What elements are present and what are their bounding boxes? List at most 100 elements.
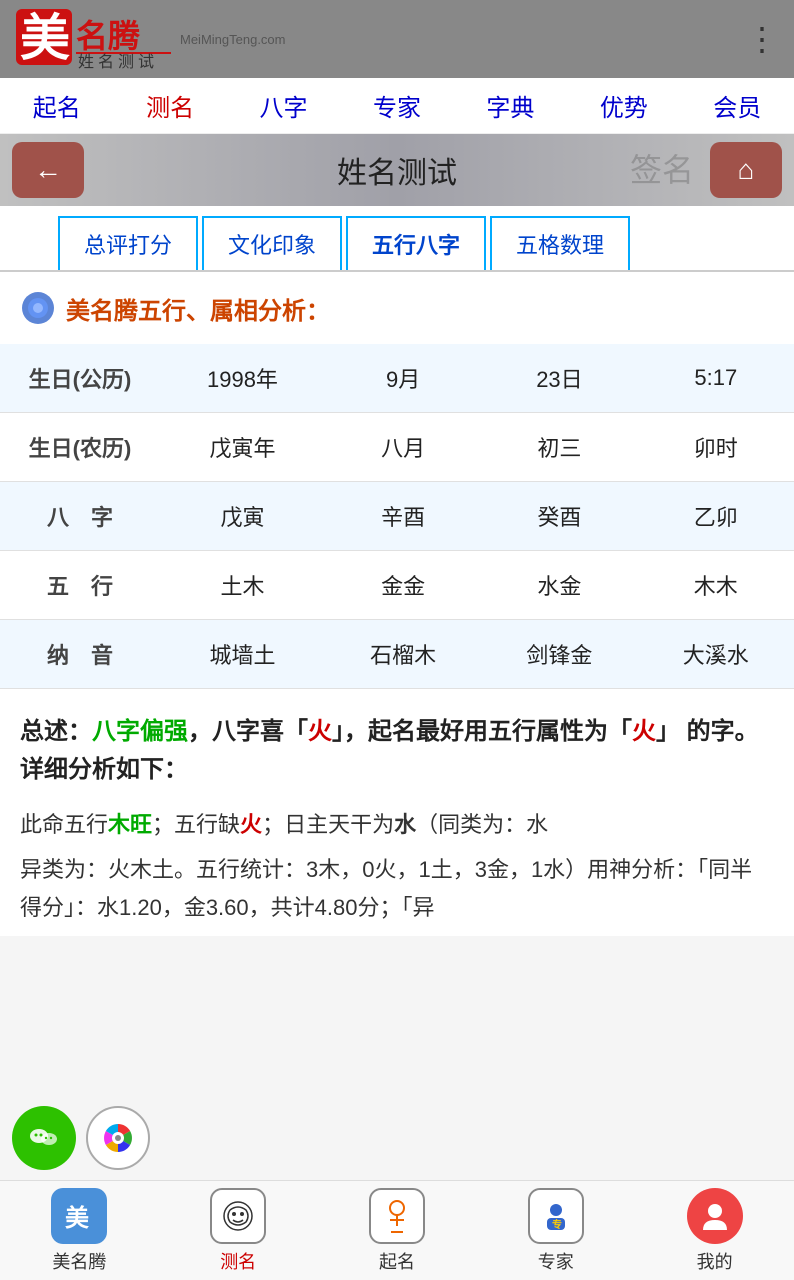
zhuanjia-icon: 专 [528, 1188, 584, 1244]
row-label-nongli: 生日(农历) [0, 413, 160, 482]
logo-url: MeiMingTeng.com [180, 32, 286, 47]
cell-bz-3: 癸酉 [481, 482, 637, 551]
table-row: 八 字 戊寅 辛酉 癸酉 乙卯 [0, 482, 794, 551]
wode-icon [687, 1188, 743, 1244]
bottom-nav-wode[interactable]: 我的 [655, 1188, 775, 1274]
cell-month: 9月 [325, 344, 481, 413]
summary-title: 总述：八字偏强，八字喜「火」，起名最好用五行属性为「火」 的字。详细分析如下： [20, 713, 774, 790]
cell-wx-3: 水金 [481, 551, 637, 620]
home-icon: ⌂ [738, 154, 755, 186]
bottom-nav-zhuanjia[interactable]: 专 专家 [496, 1188, 616, 1274]
bottom-nav-qiming[interactable]: 起名 [337, 1188, 457, 1274]
wechat-svg [28, 1122, 60, 1154]
summary-section: 总述：八字偏强，八字喜「火」，起名最好用五行属性为「火」 的字。详细分析如下： … [0, 689, 794, 936]
cell-ny-1: 城墙土 [160, 620, 325, 689]
row-label-nayin: 纳 音 [0, 620, 160, 689]
cell-ny-2: 石榴木 [325, 620, 481, 689]
main-nav: 起名 测名 八字 专家 字典 优势 会员 [0, 78, 794, 134]
summary-para1: 此命五行木旺；五行缺火；日主天干为水（同类为：水 [20, 806, 774, 843]
nav-huiyuan[interactable]: 会员 [705, 84, 769, 127]
tab-wuxing[interactable]: 五行八字 [346, 216, 486, 270]
menu-dots[interactable]: ⋮ [746, 23, 778, 55]
home-button[interactable]: ⌂ [710, 142, 782, 198]
summary-label: 总述： [20, 718, 92, 745]
cell-bz-2: 辛酉 [325, 482, 481, 551]
table-row: 五 行 土木 金金 水金 木木 [0, 551, 794, 620]
nav-cename[interactable]: 测名 [138, 84, 202, 127]
nav-bazi[interactable]: 八字 [252, 84, 316, 127]
row-label-bazi: 八 字 [0, 482, 160, 551]
fire-body: 火 [240, 812, 262, 837]
bottom-label-cename: 测名 [220, 1248, 256, 1274]
page-header: ← 签名 姓名测试 ⌂ [0, 134, 794, 206]
bottom-label-qiming: 起名 [379, 1248, 415, 1274]
bottom-nav-meimingteng[interactable]: 美 美名腾 [19, 1188, 139, 1274]
cell-bz-4: 乙卯 [638, 482, 794, 551]
back-button[interactable]: ← [12, 142, 84, 198]
bazi-table: 生日(公历) 1998年 9月 23日 5:17 生日(农历) 戊寅年 八月 初… [0, 344, 794, 689]
nav-zhuanjia[interactable]: 专家 [365, 84, 429, 127]
mu-wang: 木旺 [108, 812, 152, 837]
cell-wx-2: 金金 [325, 551, 481, 620]
strong-text: 八字偏强 [92, 718, 188, 745]
bottom-nav: 美 美名腾 测名 起名 [0, 1180, 794, 1280]
tab-wuge[interactable]: 五格数理 [490, 216, 630, 270]
nav-youshi[interactable]: 优势 [592, 84, 656, 127]
cell-wx-1: 土木 [160, 551, 325, 620]
fire2-text: 火 [632, 718, 656, 745]
row-label-gongli: 生日(公历) [0, 344, 160, 413]
bracket2-text: 」 [656, 718, 680, 745]
wuxing-icon [20, 290, 56, 326]
float-icons-area [12, 1106, 150, 1170]
back-arrow-icon: ← [34, 154, 62, 186]
section-title: 美名腾五行、属相分析： [66, 291, 330, 326]
table-row: 纳 音 城墙土 石榴木 剑锋金 大溪水 [0, 620, 794, 689]
calligraphy-decoration: 签名 [630, 134, 694, 206]
page-title: 姓名测试 [84, 148, 710, 192]
cell-nl-month: 八月 [325, 413, 481, 482]
cell-nl-time: 卯时 [638, 413, 794, 482]
table-row: 生日(公历) 1998年 9月 23日 5:17 [0, 344, 794, 413]
svg-text:美: 美 [65, 1204, 89, 1232]
cell-day: 23日 [481, 344, 637, 413]
meimingteng-icon: 美 [51, 1188, 107, 1244]
nav-zidian[interactable]: 字典 [478, 84, 542, 127]
tab-wenhua[interactable]: 文化印象 [202, 216, 342, 270]
cell-wx-4: 木木 [638, 551, 794, 620]
cell-nl-day: 初三 [481, 413, 637, 482]
logo-area: 美 名腾 姓名测试 MeiMingTeng.com [16, 9, 286, 69]
cell-nl-year: 戊寅年 [160, 413, 325, 482]
cell-ny-3: 剑锋金 [481, 620, 637, 689]
summary-para2: 异类为：火木土。五行统计：3木，0火，1土，3金，1水）用神分析：「同半得分」：… [20, 851, 774, 926]
svg-text:专: 专 [552, 1218, 562, 1231]
tab-zonping[interactable]: 总评打分 [58, 216, 198, 270]
cell-bz-1: 戊寅 [160, 482, 325, 551]
bottom-label-zhuanjia: 专家 [538, 1248, 574, 1274]
section-header: 美名腾五行、属相分析： [0, 272, 794, 344]
camera-float-icon[interactable] [86, 1106, 150, 1170]
comma-text: ，八字喜「 [188, 718, 308, 745]
water-body: 水 [394, 812, 416, 837]
svg-text:名腾: 名腾 [76, 18, 141, 54]
nav-qiming[interactable]: 起名 [25, 84, 89, 127]
logo-icon: 美 名腾 姓名测试 [16, 9, 176, 69]
tabs-bar: 总评打分 文化印象 五行八字 五格数理 [0, 206, 794, 272]
svg-text:姓名测试: 姓名测试 [78, 53, 158, 69]
bottom-label-mmt: 美名腾 [52, 1248, 106, 1274]
bottom-nav-cename[interactable]: 测名 [178, 1188, 298, 1274]
wechat-float-icon[interactable] [12, 1106, 76, 1170]
summary-body: 此命五行木旺；五行缺火；日主天干为水（同类为：水 异类为：火木土。五行统计：3木… [20, 806, 774, 926]
cename-icon [210, 1188, 266, 1244]
camera-svg [102, 1122, 134, 1154]
row-label-wuxing: 五 行 [0, 551, 160, 620]
qiming-icon [369, 1188, 425, 1244]
cell-ny-4: 大溪水 [638, 620, 794, 689]
bracket1-text: 」，起名最好用五行属性为「 [332, 718, 632, 745]
cell-time: 5:17 [638, 344, 794, 413]
svg-text:美: 美 [20, 10, 70, 66]
bottom-label-wode: 我的 [697, 1248, 733, 1274]
app-header: 美 名腾 姓名测试 MeiMingTeng.com ⋮ [0, 0, 794, 78]
content-area: 总评打分 文化印象 五行八字 五格数理 美名腾五行、属相分析： 生日(公历) 1… [0, 206, 794, 936]
cell-year: 1998年 [160, 344, 325, 413]
fire1-text: 火 [308, 718, 332, 745]
